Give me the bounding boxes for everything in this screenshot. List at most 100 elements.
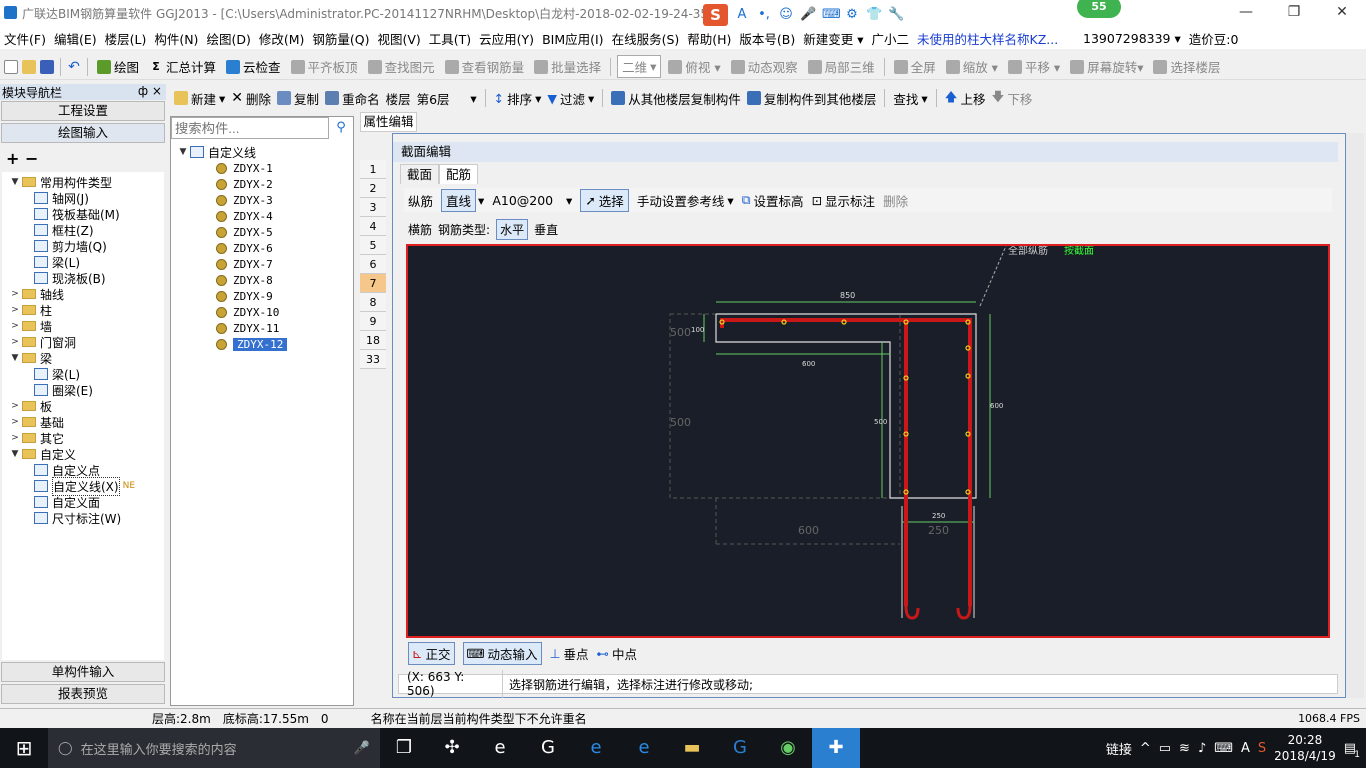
select-button[interactable]: ➚ 选择 xyxy=(580,188,629,212)
chevron-right-icon[interactable]: > xyxy=(10,401,20,411)
rename-button[interactable]: 重命名 xyxy=(325,89,380,108)
windows-start-icon[interactable]: ⊞ xyxy=(0,728,48,768)
find-element-button[interactable]: 查找图元 xyxy=(365,57,438,76)
tray-link[interactable]: 链接 xyxy=(1106,739,1132,758)
pan-button[interactable]: 平移 ▾ xyxy=(1005,57,1063,76)
minimize-button[interactable]: — xyxy=(1226,2,1266,22)
component-item[interactable]: ZDYX-9 xyxy=(178,288,350,304)
nav-tree-item[interactable]: 剪力墙(Q) xyxy=(2,238,164,254)
row-number[interactable]: 2 xyxy=(360,179,386,198)
ortho-button[interactable]: ⊾ 正交 xyxy=(408,641,455,665)
menu-assistant[interactable]: 广小二 xyxy=(868,29,914,48)
longitudinal-rebar-button[interactable]: 纵筋 xyxy=(408,191,433,210)
batch-select-button[interactable]: 批量选择 xyxy=(531,57,604,76)
edge-icon[interactable]: e xyxy=(572,728,620,768)
row-number[interactable]: 8 xyxy=(360,293,386,312)
mic-icon[interactable]: 🎤 xyxy=(354,741,370,756)
view-rebar-qty-button[interactable]: 查看钢筋量 xyxy=(442,57,528,76)
perpendicular-snap-button[interactable]: ⊥ 垂点 xyxy=(550,644,589,663)
tab-section[interactable]: 截面 xyxy=(400,164,440,184)
taskbar-search[interactable]: ◯ 在这里输入你要搜索的内容 🎤 xyxy=(48,728,380,768)
row-number[interactable]: 3 xyxy=(360,198,386,217)
chevron-down-icon[interactable]: ▼ xyxy=(10,449,20,459)
chevron-up-icon[interactable]: ^ xyxy=(1140,741,1151,756)
restore-button[interactable]: ❐ xyxy=(1274,2,1314,22)
menu-rebar-qty[interactable]: 钢筋量(Q) xyxy=(308,29,373,48)
nav-tree-item[interactable]: 现浇板(B) xyxy=(2,270,164,286)
component-item[interactable]: ZDYX-12 xyxy=(178,336,350,352)
task-view-icon[interactable]: ❐ xyxy=(380,728,428,768)
sogou-tools-icon[interactable]: 🔧 xyxy=(888,7,904,23)
nav-tree-item[interactable]: 圈梁(E) xyxy=(2,382,164,398)
chevron-down-icon[interactable]: ▼ xyxy=(10,177,20,187)
component-item[interactable]: ZDYX-7 xyxy=(178,256,350,272)
nav-tree-item[interactable]: > 板 xyxy=(2,398,164,414)
set-elevation-button[interactable]: ⧉ 设置标高 xyxy=(742,191,804,210)
action-center-icon[interactable]: ▤ 1 xyxy=(1344,741,1360,760)
menu-new-change[interactable]: 新建变更 ▾ xyxy=(799,29,867,48)
tab-rebar[interactable]: 配筋 xyxy=(439,164,479,184)
component-item[interactable]: ZDYX-11 xyxy=(178,320,350,336)
clock[interactable]: 20:28 2018/4/19 xyxy=(1274,732,1336,764)
component-item[interactable]: ZDYX-4 xyxy=(178,208,350,224)
open-folder-icon[interactable] xyxy=(22,59,36,74)
chevron-right-icon[interactable]: > xyxy=(10,417,20,427)
volume-icon[interactable]: ♪ xyxy=(1198,741,1206,756)
nav-tree-item[interactable]: > 柱 xyxy=(2,302,164,318)
search-icon[interactable]: ⚲ xyxy=(331,117,351,139)
menu-edit[interactable]: 编辑(E) xyxy=(50,29,101,48)
component-item[interactable]: ZDYX-1 xyxy=(178,160,350,176)
menu-notice-link[interactable]: 未使用的柱大样名称KZ... xyxy=(913,29,1079,48)
row-number[interactable]: 4 xyxy=(360,217,386,236)
rebar-top-outer[interactable] xyxy=(720,318,972,606)
nav-pin-close[interactable]: ф × xyxy=(138,84,162,98)
menu-bim[interactable]: BIM应用(I) xyxy=(538,29,608,48)
dynamic-observe-button[interactable]: 动态观察 xyxy=(728,57,801,76)
collapse-all-icon[interactable]: − xyxy=(25,149,38,168)
midpoint-snap-button[interactable]: ⊷ 中点 xyxy=(596,644,637,663)
nav-tree-item[interactable]: 梁(L) xyxy=(2,366,164,382)
move-down-button[interactable]: 🡇 下移 xyxy=(992,88,1033,109)
menu-floor[interactable]: 楼层(L) xyxy=(101,29,151,48)
sogou-tray-icon[interactable]: S xyxy=(1258,741,1266,756)
menu-draw[interactable]: 绘图(D) xyxy=(202,29,254,48)
top-view-button[interactable]: 俯视 ▾ xyxy=(665,57,723,76)
row-number[interactable]: 33 xyxy=(360,350,386,369)
nav-tree-item[interactable]: > 基础 xyxy=(2,414,164,430)
menu-help[interactable]: 帮助(H) xyxy=(683,29,735,48)
horizontal-button[interactable]: 水平 xyxy=(496,218,529,240)
sogou-skin-icon[interactable]: 👕 xyxy=(866,7,882,23)
sogou-ime-bar[interactable]: S A •, ☺ 🎤 ⌨ ⚙ 👕 🔧 xyxy=(703,3,908,26)
transverse-rebar-button[interactable]: 横筋 xyxy=(408,221,432,238)
chevron-right-icon[interactable]: > xyxy=(10,433,20,443)
rebar-spec-select[interactable]: A10@200 ▾ xyxy=(492,193,572,208)
align-slab-top-button[interactable]: 平齐板顶 xyxy=(288,57,361,76)
wifi-icon[interactable]: ≋ xyxy=(1179,741,1190,756)
screen-rotate-button[interactable]: 屏幕旋转▾ xyxy=(1067,57,1146,76)
ie-blue-icon[interactable]: e xyxy=(620,728,668,768)
menu-online[interactable]: 在线服务(S) xyxy=(608,29,684,48)
section-drawing[interactable]: 全部纵筋 按截面 500 500 600 250 850 100 600 500… xyxy=(408,244,1328,636)
vertical-button[interactable]: 垂直 xyxy=(534,221,558,238)
expand-all-icon[interactable]: + xyxy=(6,149,19,168)
fan-app-icon[interactable]: ✣ xyxy=(428,728,476,768)
chevron-down-icon[interactable]: ▼ xyxy=(10,353,20,363)
row-number[interactable]: 7 xyxy=(360,274,386,293)
new-component-button[interactable]: 新建 ▾ xyxy=(174,89,225,108)
nav-tree-item[interactable]: ▼ 常用构件类型 xyxy=(2,174,164,190)
row-number[interactable]: 9 xyxy=(360,312,386,331)
menu-file[interactable]: 文件(F) xyxy=(0,29,50,48)
fullscreen-button[interactable]: 全屏 xyxy=(891,57,939,76)
ime-a-icon[interactable]: A xyxy=(1241,741,1250,756)
menu-tools[interactable]: 工具(T) xyxy=(425,29,475,48)
component-root[interactable]: ▼ 自定义线 xyxy=(178,144,350,160)
zoom-button[interactable]: 缩放 ▾ xyxy=(943,57,1001,76)
manual-ref-line-button[interactable]: 手动设置参考线 ▾ xyxy=(637,191,734,210)
nav-tree-item[interactable]: ▼ 梁 xyxy=(2,350,164,366)
nav-tree-item[interactable]: 自定义面 xyxy=(2,494,164,510)
drawing-input-button[interactable]: 绘图输入 xyxy=(1,123,165,143)
sogou-settings-icon[interactable]: ⚙ xyxy=(844,7,860,23)
sogou-emoji-icon[interactable]: ☺ xyxy=(778,7,794,23)
dynamic-input-button[interactable]: ⌨ 动态输入 xyxy=(462,641,542,665)
nav-tree-item[interactable]: 框柱(Z) xyxy=(2,222,164,238)
